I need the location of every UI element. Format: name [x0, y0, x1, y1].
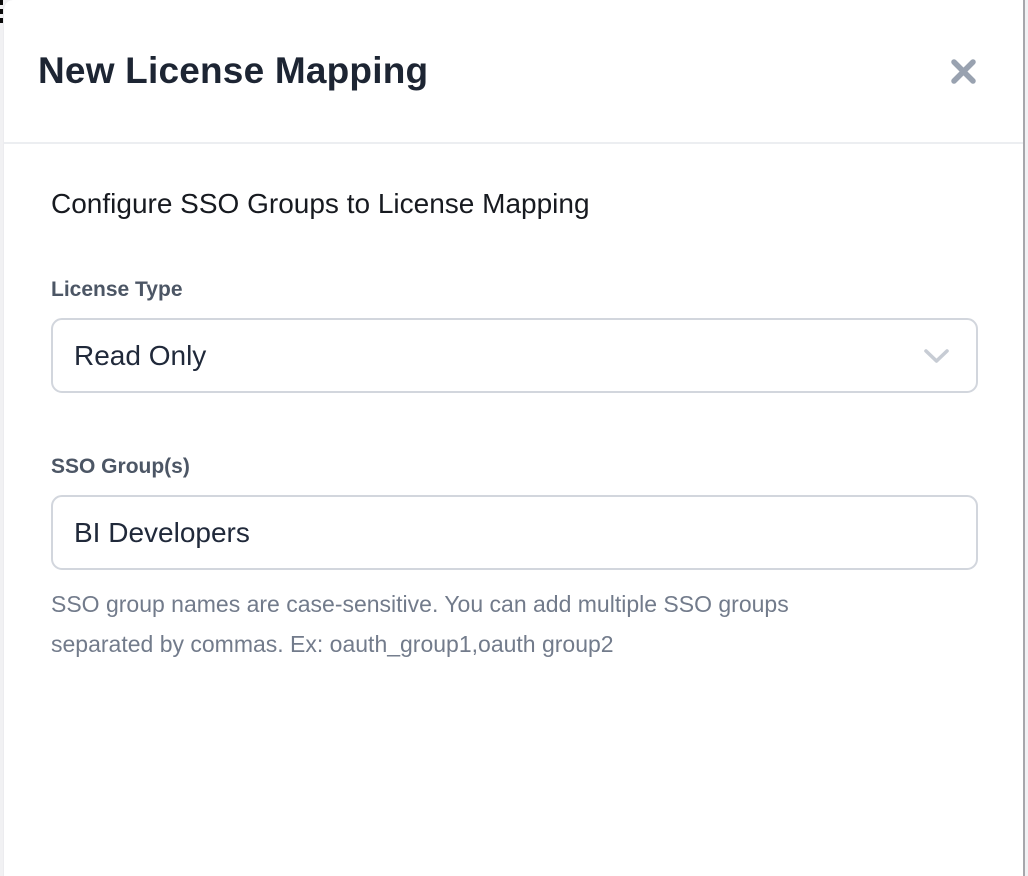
list-line-icon: [0, 18, 3, 23]
sso-groups-label: SSO Group(s): [51, 455, 978, 479]
sso-groups-input[interactable]: [51, 495, 978, 570]
license-type-select[interactable]: Read Only: [51, 318, 978, 393]
license-type-selected-value: Read Only: [74, 340, 206, 372]
license-type-label: License Type: [51, 278, 978, 302]
modal-title: New License Mapping: [38, 50, 428, 92]
modal-body: Configure SSO Groups to License Mapping …: [4, 188, 1023, 664]
chevron-down-icon: [923, 347, 950, 365]
x-close-icon: [948, 56, 979, 87]
new-license-mapping-modal: New License Mapping Configure SSO Groups…: [3, 0, 1025, 876]
modal-header: New License Mapping: [4, 0, 1023, 144]
modal-subtitle: Configure SSO Groups to License Mapping: [51, 188, 978, 220]
sso-groups-help-text: SSO group names are case-sensitive. You …: [51, 584, 889, 664]
close-button[interactable]: [943, 51, 983, 91]
list-line-icon: [0, 9, 3, 14]
list-line-icon: [0, 0, 3, 5]
background-list-icon: [0, 0, 4, 26]
